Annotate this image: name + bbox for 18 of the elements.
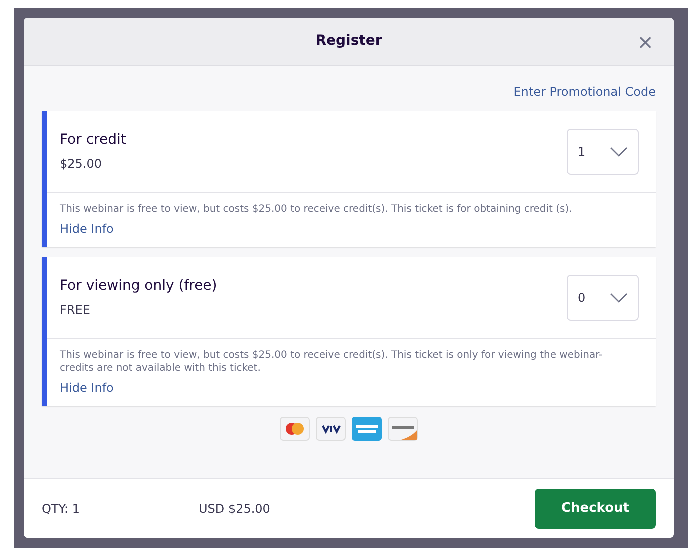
dialog-title: Register: [316, 32, 382, 51]
ticket-description: This webinar is free to view, but costs $25.00 to receive credit(s). This ticket is for obtaining credit (s).: [60, 203, 574, 216]
ticket-name: For viewing only (free): [60, 277, 218, 296]
hide-info-link[interactable]: Hide Info: [60, 379, 114, 397]
ticket-price: FREE: [60, 302, 92, 319]
checkout-button[interactable]: Checkout: [535, 488, 656, 528]
close-button[interactable]: ×: [637, 32, 654, 52]
ticket-price: $25.00: [60, 156, 103, 173]
hide-info-link[interactable]: Hide Info: [60, 220, 114, 238]
ticket-name: For credit: [60, 131, 126, 150]
promo-code-link[interactable]: Enter Promotional Code: [514, 83, 656, 101]
quantity-total: QTY: 1: [42, 500, 82, 518]
chevron-down-icon: [610, 292, 628, 302]
quantity-dropdown[interactable]: 0: [567, 274, 639, 320]
chevron-down-icon: [610, 146, 628, 156]
quantity-dropdown[interactable]: 1: [567, 128, 639, 174]
price-total: USD $25.00: [199, 500, 270, 518]
ticket-description: This webinar is free to view, but costs $25.00 to receive credit(s). This ticket is only for viewing the webinar- credits are not available with this ticket.: [60, 349, 604, 375]
